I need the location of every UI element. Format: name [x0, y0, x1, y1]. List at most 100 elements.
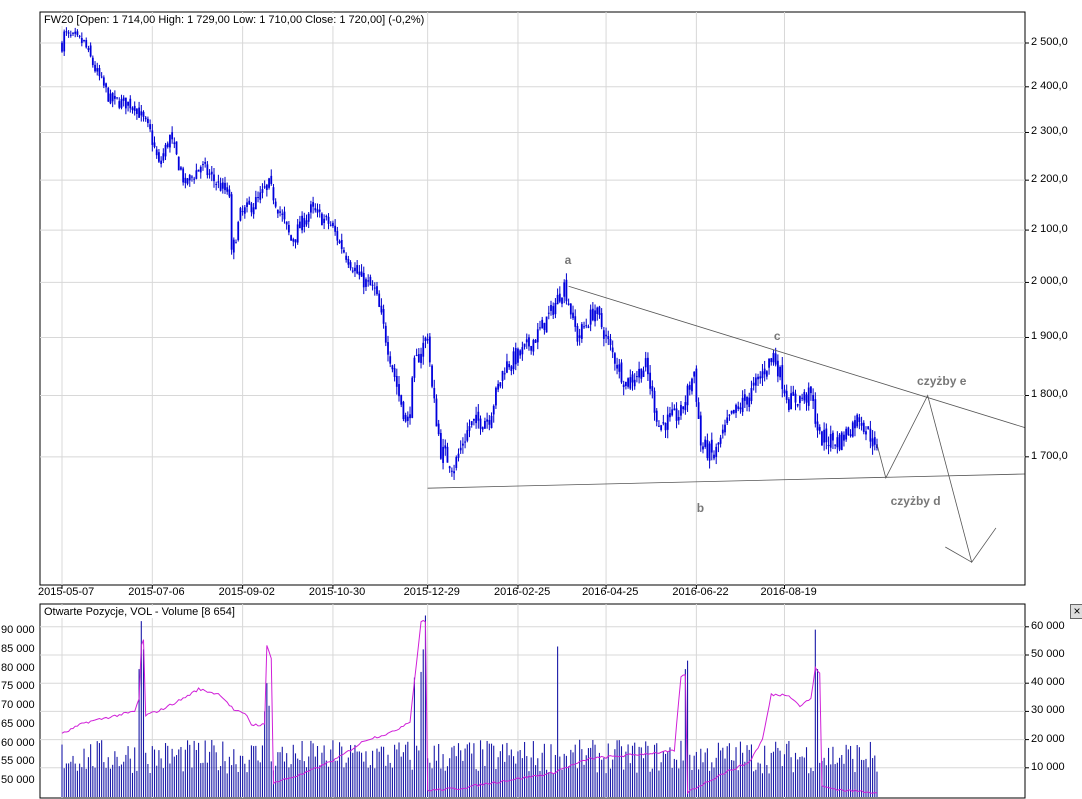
candle: [503, 373, 506, 375]
left-axis-tick-label: 90 000: [1, 624, 35, 636]
candle: [404, 415, 407, 422]
y-tick-label: 2 100,0: [1031, 223, 1068, 236]
candle: [105, 83, 107, 88]
candle: [285, 221, 288, 225]
candle: [437, 423, 440, 435]
candle: [182, 168, 185, 183]
candle: [197, 169, 200, 172]
candle: [102, 77, 105, 86]
left-axis-tick-label: 50 000: [1, 774, 35, 786]
candle: [107, 87, 110, 102]
candle: [860, 422, 863, 426]
candle: [147, 118, 149, 124]
candle: [838, 434, 841, 450]
candle: [572, 312, 574, 319]
x-tick-label: 2015-05-07: [38, 586, 95, 598]
candle: [91, 57, 94, 66]
candle: [340, 240, 343, 249]
candle: [228, 189, 231, 197]
candle: [591, 308, 594, 321]
candle: [202, 164, 204, 166]
candle: [832, 432, 834, 441]
candle: [530, 345, 533, 351]
candle: [799, 396, 801, 403]
right-axis-tick-label: 10 000: [1031, 760, 1065, 773]
candle: [869, 428, 872, 442]
candle: [602, 330, 605, 339]
candle: [362, 272, 365, 288]
candle: [854, 420, 856, 429]
candle: [865, 431, 867, 435]
candle: [270, 175, 273, 184]
candle: [235, 242, 237, 244]
candle: [72, 32, 74, 34]
candle: [867, 426, 870, 429]
close-panel-button[interactable]: ×: [1070, 604, 1082, 619]
candle: [358, 271, 361, 276]
candle: [354, 267, 356, 272]
wave-label-czy-by-e: czyżby e: [917, 374, 967, 389]
candle: [587, 326, 590, 328]
candle: [435, 398, 438, 427]
candle: [444, 445, 447, 449]
candle: [765, 371, 768, 377]
candle: [450, 470, 453, 472]
candle: [710, 439, 713, 453]
candle: [686, 385, 689, 406]
candle: [801, 397, 804, 399]
candle: [655, 410, 658, 422]
candle: [131, 107, 134, 111]
candle: [506, 361, 508, 373]
candle: [318, 209, 321, 212]
candle: [327, 216, 330, 224]
x-tick-label: 2016-02-25: [493, 586, 551, 598]
candle: [356, 265, 359, 274]
candle: [677, 417, 680, 421]
candle: [501, 371, 504, 381]
candle: [402, 401, 405, 420]
candle: [283, 211, 286, 220]
candle: [691, 378, 693, 392]
candle: [292, 239, 295, 242]
candle: [644, 358, 647, 368]
candle: [206, 164, 209, 176]
candle: [294, 239, 297, 243]
candle: [272, 187, 275, 201]
candle: [470, 421, 473, 426]
candle: [373, 287, 376, 289]
candle: [653, 390, 656, 413]
left-axis-tick-label: 55 000: [1, 755, 35, 768]
candle: [461, 443, 464, 446]
candle: [497, 383, 500, 390]
candle: [525, 339, 528, 343]
candle: [528, 337, 530, 347]
candle: [636, 376, 638, 378]
candle: [224, 182, 226, 191]
candle: [486, 419, 489, 422]
candle: [393, 368, 396, 377]
y-tick-label: 1 700,0: [1031, 449, 1068, 462]
candle: [312, 202, 315, 207]
candle: [624, 381, 627, 386]
candle: [422, 342, 425, 357]
candle: [596, 307, 599, 314]
candle: [669, 413, 671, 418]
candle: [305, 220, 308, 225]
candle: [704, 439, 707, 447]
candle: [83, 40, 85, 42]
candle: [814, 399, 817, 424]
candle: [323, 218, 326, 223]
candle: [508, 364, 511, 368]
candle: [640, 368, 643, 379]
candle: [210, 171, 213, 175]
candle: [367, 280, 370, 282]
candle: [180, 167, 182, 170]
candle: [111, 92, 114, 102]
candle: [565, 279, 568, 302]
y-tick-label: 2 000,0: [1031, 275, 1068, 288]
candle: [175, 141, 178, 155]
candle: [301, 215, 303, 231]
candle: [618, 364, 621, 372]
x-tick-label: 2015-09-02: [218, 586, 275, 598]
candle: [858, 417, 861, 422]
